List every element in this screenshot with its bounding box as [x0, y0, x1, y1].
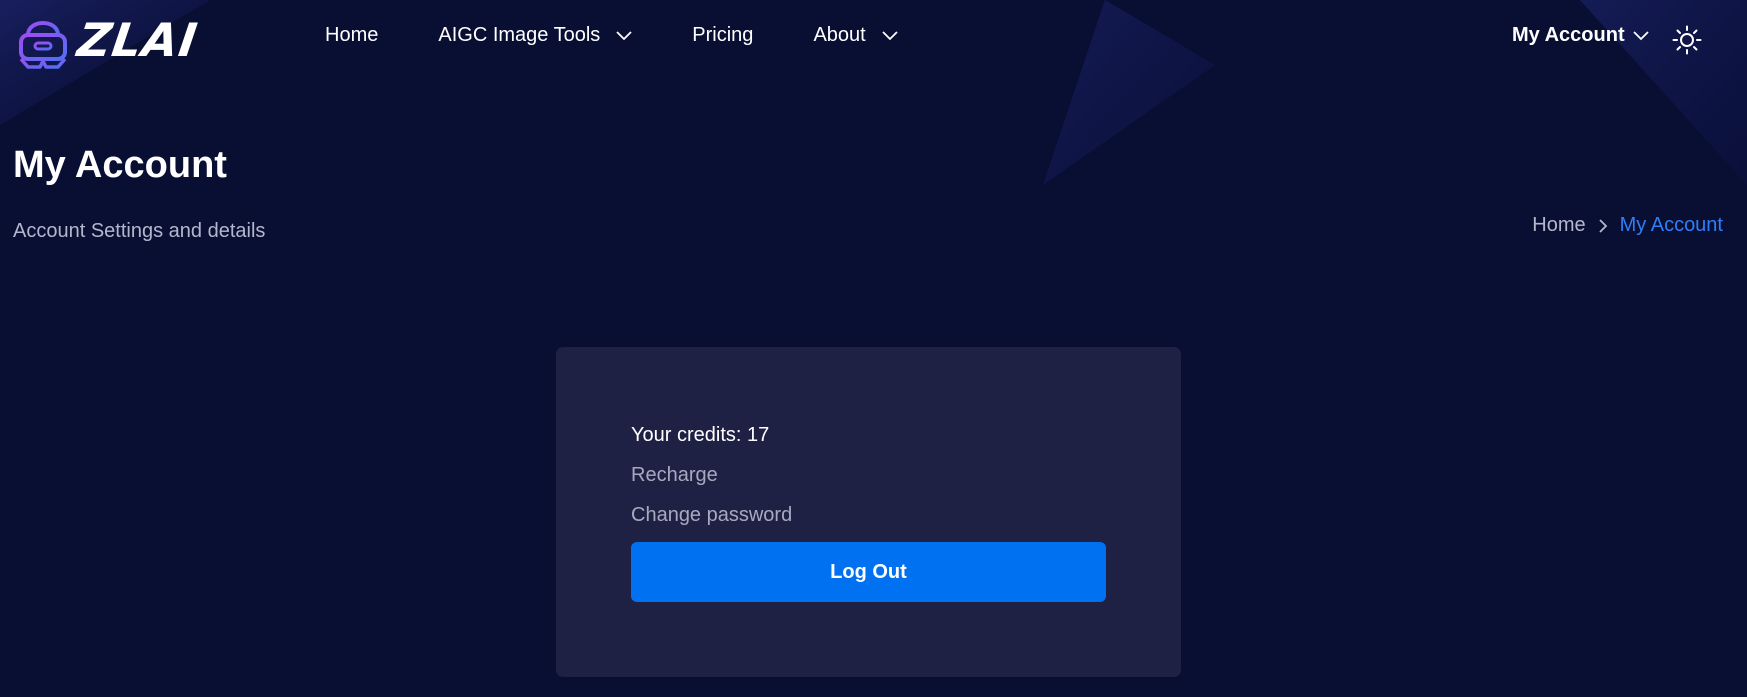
nav-item-aigc-image-tools[interactable]: AIGC Image Tools — [438, 24, 632, 47]
recharge-link[interactable]: Recharge — [631, 464, 718, 487]
breadcrumb-current[interactable]: My Account — [1620, 214, 1723, 237]
nav-item-home[interactable]: Home — [325, 24, 378, 47]
nav-item-label: AIGC Image Tools — [438, 24, 601, 46]
nav-item-label: Pricing — [692, 24, 754, 46]
chevron-down-icon — [1632, 30, 1649, 40]
nav-item-label: About — [813, 24, 866, 46]
brand-logo[interactable]: ZLAI — [18, 10, 201, 70]
account-card: Your credits: 17 Recharge Change passwor… — [556, 347, 1181, 677]
change-password-link[interactable]: Change password — [631, 504, 792, 527]
page: ZLAI Home AIGC Image Tools Pricing About… — [0, 0, 1747, 697]
nav-item-pricing[interactable]: Pricing — [692, 24, 753, 47]
page-title: My Account — [13, 144, 227, 186]
nav-item-about[interactable]: About — [813, 24, 898, 47]
page-subtitle: Account Settings and details — [13, 220, 266, 242]
account-menu[interactable]: My Account — [1512, 24, 1649, 47]
breadcrumb-home[interactable]: Home — [1532, 214, 1585, 237]
brand-name: ZLAI — [74, 13, 202, 67]
main-nav: Home AIGC Image Tools Pricing About — [325, 24, 898, 47]
sun-icon[interactable] — [1672, 25, 1702, 55]
breadcrumb: Home My Account — [1532, 214, 1723, 237]
nav-item-label: Home — [325, 24, 379, 46]
chevron-down-icon — [882, 30, 898, 40]
vr-headset-icon — [19, 21, 67, 69]
account-menu-label: My Account — [1512, 24, 1625, 46]
logout-button[interactable]: Log Out — [631, 542, 1106, 602]
chevron-right-icon — [1598, 218, 1607, 233]
credits-text: Your credits: 17 — [631, 424, 770, 446]
chevron-down-icon — [616, 30, 632, 40]
site-header: ZLAI Home AIGC Image Tools Pricing About… — [0, 0, 1747, 80]
